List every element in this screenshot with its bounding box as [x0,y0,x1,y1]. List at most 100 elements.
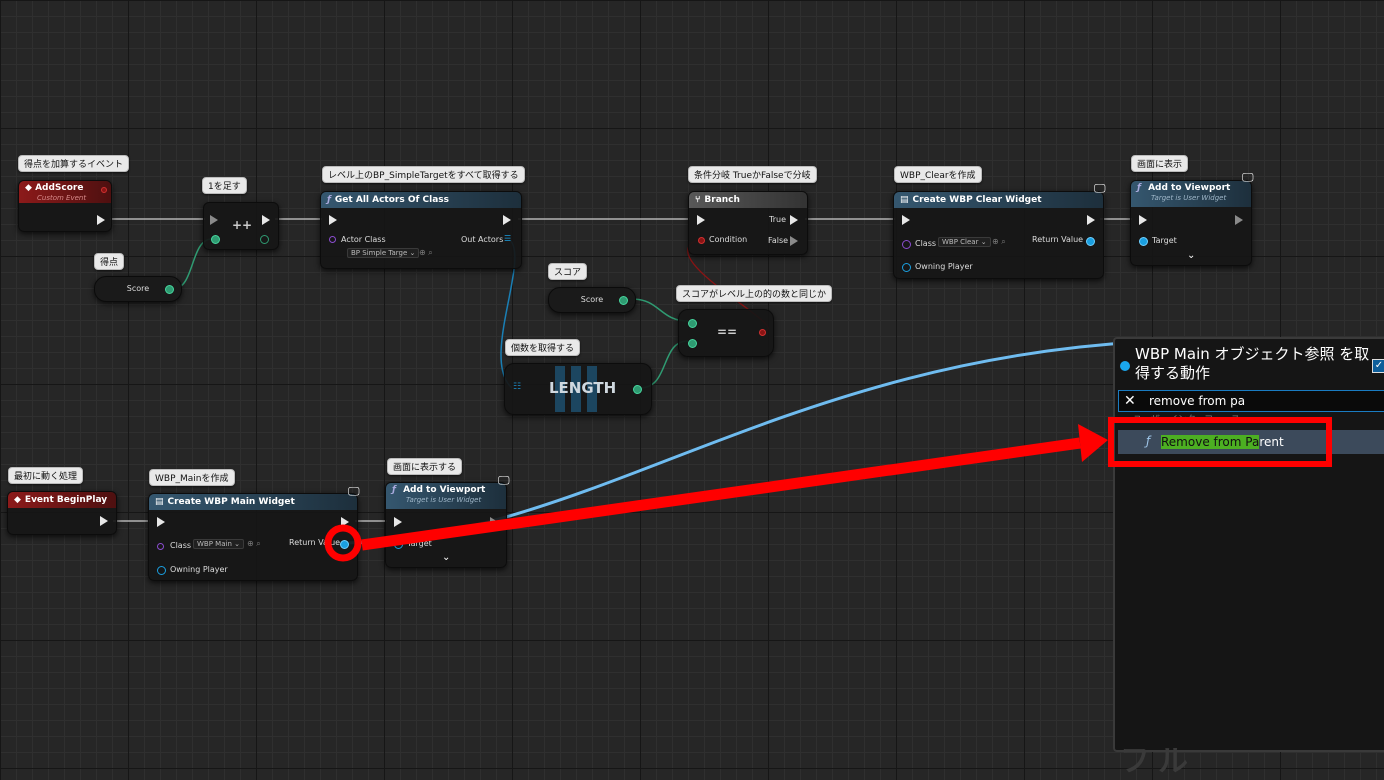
comment-begin[interactable]: 最初に動く処理 [8,467,84,484]
diamond-icon: ◆ [25,183,32,193]
target-pin[interactable] [1139,237,1148,246]
node-title: Create WBP Main Widget [167,497,295,507]
int-in-pin[interactable] [211,235,220,244]
target-pin[interactable] [394,540,403,549]
exec-out-pin[interactable] [490,517,498,527]
return-value-pin[interactable] [340,540,349,549]
node-subtitle: Target is User Widget [1151,194,1227,202]
a-in-pin[interactable] [688,319,697,328]
exec-in-pin[interactable] [394,517,402,527]
bool-out-pin[interactable] [759,329,766,336]
false-exec-pin[interactable] [790,236,798,246]
comment-add-one[interactable]: 1を足す [202,177,247,194]
score-out-pin[interactable] [619,296,628,305]
browse-icon[interactable]: ⊕ ⌕ [419,248,433,258]
comment-get-all-actors[interactable]: レベル上のBP_SimpleTargetをすべて取得する [322,166,525,183]
class-pin[interactable] [157,543,164,550]
true-exec-pin[interactable] [790,215,798,225]
add-to-viewport-bottom-node[interactable]: ƒ Add to Viewport Target is User Widget … [385,482,507,568]
return-value-pin[interactable] [1086,237,1095,246]
comment-length[interactable]: 個数を取得する [505,339,581,356]
length-node[interactable]: LENGTH ☷ [504,363,652,415]
comment-show-clear[interactable]: 画面に表示 [1131,155,1189,172]
equal-title: == [717,325,738,339]
comment-show-main[interactable]: 画面に表示する [387,458,463,475]
node-title: AddScore [35,183,84,193]
exec-out-pin[interactable] [341,517,349,527]
delegate-pin[interactable] [101,187,107,193]
false-label: False [768,236,789,245]
comment-create-main[interactable]: WBP_Mainを作成 [149,469,235,486]
comment-score2[interactable]: スコア [548,263,588,280]
checkbox-icon[interactable]: ✓ [1372,359,1384,373]
begin-play-node[interactable]: ◆ Event BeginPlay [7,491,117,535]
monitor-icon: 🖵 [498,473,510,487]
comment-equal[interactable]: スコアがレベル上の的の数と同じか [676,285,833,302]
node-title: Add to Viewport [1148,183,1231,193]
exec-in-pin[interactable] [1139,215,1147,225]
comment-add-score[interactable]: 得点を加算するイベント [18,155,130,172]
create-main-widget-node[interactable]: ▤ Create WBP Main Widget Class WBP Main … [148,493,358,581]
out-actors-label: Out Actors [461,235,504,244]
actor-class-dropdown[interactable]: BP Simple Targe ⌄ [347,248,420,258]
exec-in-pin[interactable] [902,215,910,225]
class-pin[interactable] [329,236,336,243]
function-f-icon: ƒ [1146,434,1151,448]
target-label: Target [407,539,432,548]
owning-player-pin[interactable] [157,566,166,575]
owning-player-label: Owning Player [170,565,228,574]
branch-node[interactable]: ⑂ Branch True Condition False [688,191,808,255]
score-getter-node-2[interactable]: Score [548,287,636,313]
condition-label: Condition [709,235,748,244]
length-title: LENGTH [549,379,617,397]
chevron-down-icon[interactable]: ⌄ [1187,250,1195,261]
exec-out-pin[interactable] [100,516,108,526]
exec-in-pin[interactable] [210,215,218,225]
class-label: Class [915,239,937,248]
exec-in-pin[interactable] [157,517,165,527]
add-score-node[interactable]: ◆ AddScore Custom Event [18,180,112,232]
class-dropdown[interactable]: WBP Main ⌄ [193,539,244,549]
score-getter-node[interactable]: Score [94,276,182,302]
comment-branch[interactable]: 条件分岐 TrueかFalseで分岐 [688,166,817,183]
menu-item-remove-from-parent[interactable]: ƒ Remove from Parent [1118,430,1384,454]
monitor-icon: 🖵 [1242,170,1254,184]
search-input[interactable] [1149,391,1379,411]
array-in-pin[interactable]: ☷ [513,382,521,392]
exec-in-pin[interactable] [697,215,705,225]
monitor-icon: 🖵 [1094,181,1106,195]
chevron-down-icon[interactable]: ⌄ [442,552,450,563]
create-clear-widget-node[interactable]: ▤ Create WBP Clear Widget Class WBP Clea… [893,191,1104,279]
close-x-icon[interactable]: ✕ [1124,391,1136,411]
int-out-pin[interactable] [633,385,642,394]
exec-out-pin[interactable] [97,215,105,225]
condition-pin[interactable] [698,237,705,244]
context-action-menu[interactable]: WBP Main オブジェクト参照 を取得する動作 ✓ ✕ ユーザーインターフェ… [1113,337,1384,752]
comment-score[interactable]: 得点 [94,253,125,270]
node-subtitle: Target is User Widget [406,496,482,504]
get-all-actors-node[interactable]: ƒ Get All Actors Of Class Actor Class BP… [320,191,522,269]
b-in-pin[interactable] [688,339,697,348]
category-label: ユーザーインターフェース [1133,415,1240,425]
exec-in-pin[interactable] [329,215,337,225]
search-box[interactable]: ✕ [1118,390,1384,412]
owning-player-pin[interactable] [902,263,911,272]
score-out-pin[interactable] [165,285,174,294]
exec-out-pin[interactable] [1235,215,1243,225]
equal-node[interactable]: == [678,309,774,357]
exec-out-pin[interactable] [503,215,511,225]
browse-icon[interactable]: ⊕ ⌕ [992,237,1006,247]
add-to-viewport-top-node[interactable]: ƒ Add to Viewport Target is User Widget … [1130,180,1252,266]
exec-out-pin[interactable] [262,215,270,225]
comment-create-clear[interactable]: WBP_Clearを作成 [894,166,982,183]
int-out-pin[interactable] [260,235,269,244]
increment-node[interactable]: ++ [203,202,279,250]
branch-icon: ⑂ [695,195,701,205]
class-dropdown[interactable]: WBP Clear ⌄ [938,237,991,247]
exec-out-pin[interactable] [1087,215,1095,225]
array-pin-icon[interactable]: ☰ [504,234,511,243]
function-f-icon: ƒ [392,485,396,495]
browse-icon[interactable]: ⊕ ⌕ [247,539,261,549]
widget-icon: ▤ [900,195,909,205]
class-pin[interactable] [902,240,911,249]
